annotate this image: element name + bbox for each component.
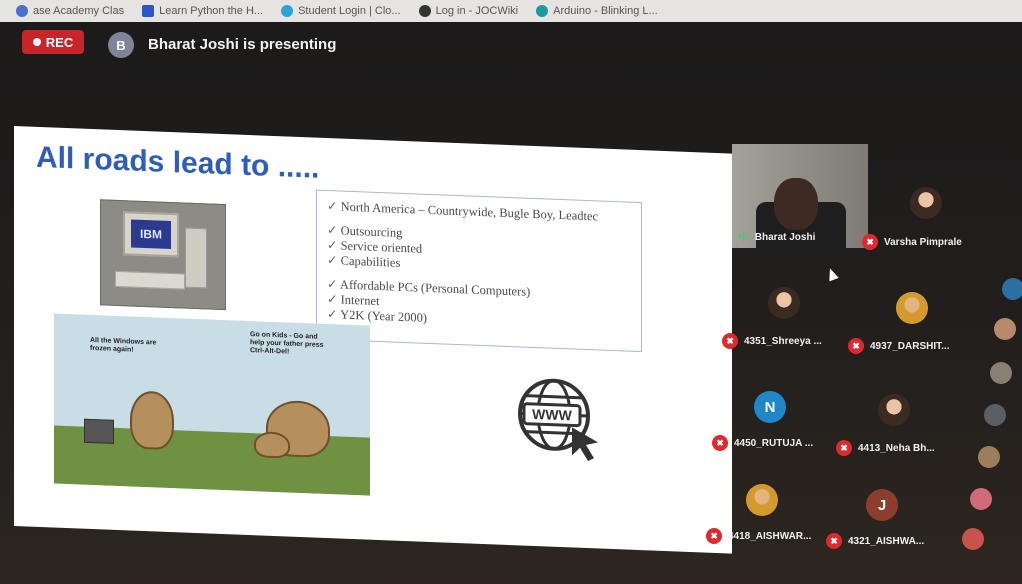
presenter-face	[774, 178, 818, 230]
bookmark-arduino[interactable]: Arduino - Blinking L...	[536, 5, 658, 17]
presenter-status: Bharat Joshi is presenting	[148, 36, 337, 53]
participant-tile[interactable]: ✖ 4450_RUTUJA ...	[712, 435, 813, 451]
participant-name: 4418_AISHWAR...	[728, 530, 812, 542]
speaking-icon: •|•	[738, 231, 749, 243]
participant-tile[interactable]: ✖ Varsha Pimprale	[862, 234, 962, 250]
participant-name: Bharat Joshi	[754, 231, 816, 243]
word-doc-icon	[142, 5, 155, 17]
bookmark-label: Student Login | Clo...	[298, 5, 401, 17]
ibm-logo: IBM	[131, 219, 171, 250]
mic-muted-icon: ✖	[862, 234, 878, 250]
meeting-screen: ase Academy Clas Learn Python the H... S…	[0, 0, 1022, 584]
arduino-icon	[536, 5, 549, 17]
mic-muted-icon: ✖	[712, 435, 728, 451]
record-dot-icon	[32, 38, 41, 46]
mic-muted-icon: ✖	[826, 533, 842, 549]
ibm-computer-image: IBM	[100, 199, 226, 311]
participant-avatar[interactable]	[746, 484, 778, 516]
participant-tile[interactable]: ✖ 4351_Shreeya ...	[722, 333, 822, 349]
monitor-icon: IBM	[123, 211, 179, 258]
presenter-name-label: •|• Bharat Joshi	[738, 231, 815, 243]
bullet-group: Outsourcing Service oriented Capabilitie…	[327, 223, 631, 280]
participant-avatar-overflow[interactable]	[978, 446, 1000, 468]
participant-tile[interactable]: ✖ 4418_AISHWAR...	[706, 528, 811, 544]
cloud-icon	[281, 5, 294, 17]
participant-avatar[interactable]	[910, 187, 942, 219]
participant-avatar[interactable]	[768, 287, 800, 319]
cartoon-caption-right: Go on Kids - Go and help your father pre…	[250, 331, 324, 356]
participant-name: 4351_Shreeya ...	[744, 335, 822, 347]
laptop-icon	[84, 418, 114, 444]
participant-avatar-overflow[interactable]	[970, 488, 992, 510]
participant-name: 4413_Neha Bh...	[858, 442, 935, 454]
participant-avatar[interactable]: J	[866, 489, 898, 521]
mic-muted-icon: ✖	[722, 333, 738, 349]
participant-name: 4450_RUTUJA ...	[734, 437, 814, 449]
participant-avatar[interactable]	[896, 292, 928, 324]
bookmark-learn-python[interactable]: Learn Python the H...	[142, 5, 263, 17]
participant-avatar-overflow[interactable]	[994, 318, 1016, 340]
bullet-group: Affordable PCs (Personal Computers) Inte…	[327, 277, 631, 334]
participant-avatar-overflow[interactable]	[990, 362, 1012, 384]
mouse-cursor-icon	[825, 266, 839, 282]
snake-cartoon-image: All the Windows are frozen again! Go on …	[54, 313, 370, 496]
presenter-avatar: B	[108, 32, 134, 58]
bookmark-academy[interactable]: ase Academy Clas	[16, 5, 124, 17]
snake-icon	[130, 390, 174, 451]
mic-muted-icon: ✖	[848, 338, 864, 354]
participant-tile[interactable]: ✖ 4413_Neha Bh...	[836, 440, 935, 456]
participant-avatar[interactable]	[878, 394, 910, 426]
participant-name: 4937_DARSHIT...	[870, 340, 950, 352]
recording-label: REC	[45, 34, 74, 50]
participant-avatar[interactable]: N	[754, 391, 786, 423]
recording-badge: REC	[22, 30, 84, 54]
cartoon-caption-left: All the Windows are frozen again!	[90, 336, 157, 354]
globe-icon	[418, 5, 431, 17]
bookmark-label: Learn Python the H...	[159, 5, 264, 17]
tower-icon	[185, 227, 207, 289]
snake-icon	[254, 431, 290, 459]
participant-name: 4321_AISHWA...	[848, 535, 925, 547]
mic-muted-icon: ✖	[706, 528, 722, 544]
participant-tile[interactable]: ✖ 4321_AISHWA...	[826, 533, 924, 549]
participant-tile[interactable]: ✖ 4937_DARSHIT...	[848, 338, 949, 354]
participant-avatar-overflow[interactable]	[984, 404, 1006, 426]
bookmark-label: Log in - JOCWiki	[435, 5, 519, 17]
www-label: WWW	[532, 406, 572, 424]
slide-title: All roads lead to .....	[36, 140, 320, 185]
bookmark-jocwiki[interactable]: Log in - JOCWiki	[418, 5, 519, 17]
shared-slide: All roads lead to ..... IBM North Americ…	[14, 126, 732, 554]
keyboard-icon	[115, 270, 185, 290]
www-globe-icon: WWW	[518, 378, 598, 462]
bookmarks-bar: ase Academy Clas Learn Python the H... S…	[0, 0, 1022, 22]
bookmark-label: Arduino - Blinking L...	[553, 5, 658, 17]
participant-name: Varsha Pimprale	[884, 236, 962, 248]
bullet-item: North America – Countrywide, Bugle Boy, …	[327, 199, 631, 226]
mic-muted-icon: ✖	[836, 440, 852, 456]
participant-avatar-overflow[interactable]	[962, 528, 984, 550]
bookmark-student-login[interactable]: Student Login | Clo...	[281, 5, 401, 17]
bookmark-icon	[16, 5, 28, 17]
participant-avatar-overflow[interactable]	[1002, 278, 1022, 300]
bookmark-label: ase Academy Clas	[33, 5, 125, 17]
bullet-group: North America – Countrywide, Bugle Boy, …	[327, 199, 631, 226]
